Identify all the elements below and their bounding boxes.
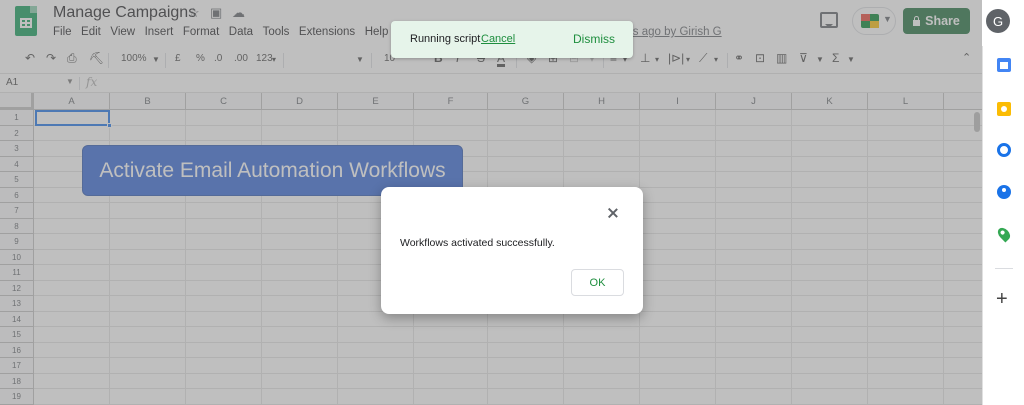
add-addon-icon[interactable]: +: [996, 289, 1008, 309]
running-script-toast: Running script Cancel Dismiss: [391, 21, 633, 58]
dialog-message: Workflows activated successfully.: [400, 237, 555, 249]
dismiss-button[interactable]: Dismiss: [573, 32, 615, 46]
calendar-icon[interactable]: [997, 58, 1011, 72]
keep-icon[interactable]: [997, 102, 1011, 116]
close-icon[interactable]: [607, 207, 619, 219]
ok-button[interactable]: OK: [571, 269, 624, 296]
avatar[interactable]: G: [986, 9, 1010, 33]
maps-icon[interactable]: [995, 225, 1013, 243]
cancel-script-link[interactable]: Cancel: [481, 33, 515, 45]
toast-text: Running script: [410, 33, 481, 45]
contacts-icon[interactable]: [997, 185, 1011, 199]
alert-dialog: Workflows activated successfully. OK: [381, 187, 643, 314]
tasks-icon[interactable]: [997, 143, 1011, 157]
side-panel: +: [982, 46, 1024, 405]
